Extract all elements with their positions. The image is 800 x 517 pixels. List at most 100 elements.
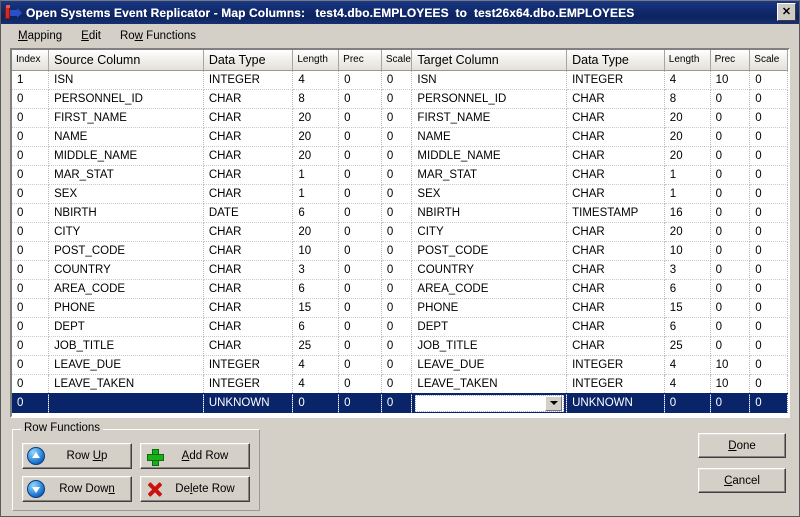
cell-target-prec[interactable]: 0 [710,298,751,318]
cell-target-column[interactable]: PERSONNEL_ID [411,89,568,109]
cell-source-type[interactable]: INTEGER [203,374,294,394]
cell-target-type[interactable]: CHAR [566,241,665,261]
cell-target-scale[interactable]: 0 [749,279,788,299]
table-row[interactable]: 0 NBIRTH DATE 6 0 0 NBIRTH TIMESTAMP 16 0 0 [12,203,788,223]
col-header-target-length[interactable]: Length [664,50,711,71]
cell-target-prec[interactable]: 0 [710,392,751,413]
cell-source-type[interactable]: CHAR [203,241,294,261]
table-row[interactable]: 0 JOB_TITLE CHAR 25 0 0 JOB_TITLE CHAR 25 0 0 [12,336,788,356]
cell-target-column[interactable]: ISN [411,70,568,90]
col-header-source-prec[interactable]: Prec [338,50,382,71]
cell-target-scale[interactable]: 0 [749,374,788,394]
cell-target-column[interactable]: LEAVE_TAKEN [411,374,568,394]
cell-target-prec[interactable]: 0 [710,165,751,185]
cell-source-prec[interactable]: 0 [338,260,382,280]
cell-target-prec[interactable]: 0 [710,203,751,223]
cell-target-type[interactable]: INTEGER [566,70,665,90]
table-row[interactable]: 0 DEPT CHAR 6 0 0 DEPT CHAR 6 0 0 [12,317,788,337]
cell-target-prec[interactable]: 0 [710,108,751,128]
cell-source-length[interactable]: 8 [292,89,340,109]
cell-source-scale[interactable]: 0 [381,89,413,109]
cell-source-scale[interactable]: 0 [381,70,413,90]
cell-source-prec[interactable]: 0 [338,298,382,318]
cell-index[interactable]: 0 [12,184,50,204]
cell-index[interactable]: 0 [12,336,50,356]
cell-source-prec[interactable]: 0 [338,184,382,204]
cell-source-type[interactable]: CHAR [203,317,294,337]
cell-target-length[interactable]: 4 [664,70,711,90]
cell-target-column[interactable]: CITY [411,222,568,242]
cell-source-type[interactable]: UNKNOWN [203,392,294,413]
cell-source-column[interactable]: PERSONNEL_ID [48,89,204,109]
cell-source-column[interactable]: FIRST_NAME [48,108,204,128]
cell-source-scale[interactable]: 0 [381,108,413,128]
cell-source-length[interactable]: 6 [292,203,340,223]
cell-index[interactable]: 0 [12,317,50,337]
cell-source-type[interactable]: CHAR [203,184,294,204]
cell-target-scale[interactable]: 0 [749,89,788,109]
cell-source-column[interactable]: LEAVE_DUE [48,355,204,375]
cell-source-length[interactable]: 25 [292,336,340,356]
cell-source-column[interactable]: LEAVE_TAKEN [48,374,204,394]
cell-source-column[interactable]: NAME [48,127,204,147]
cell-source-length[interactable]: 4 [292,70,340,90]
close-icon[interactable]: ✕ [777,3,796,21]
cell-target-type[interactable]: TIMESTAMP [566,203,665,223]
cell-source-type[interactable]: CHAR [203,336,294,356]
cell-source-type[interactable]: CHAR [203,222,294,242]
cell-target-prec[interactable]: 10 [710,70,751,90]
cell-target-type[interactable]: CHAR [566,165,665,185]
cell-target-type[interactable]: CHAR [566,146,665,166]
table-row[interactable]: 0 FIRST_NAME CHAR 20 0 0 FIRST_NAME CHAR 20 0 0 [12,108,788,128]
cell-source-length[interactable]: 1 [292,165,340,185]
cell-index[interactable]: 0 [12,298,50,318]
cell-target-type[interactable]: CHAR [566,336,665,356]
cell-target-column[interactable]: NAME [411,127,568,147]
cell-target-prec[interactable]: 0 [710,279,751,299]
cell-source-column[interactable] [48,392,204,413]
cell-source-length[interactable]: 20 [292,146,340,166]
cell-target-type[interactable]: CHAR [566,298,665,318]
table-row[interactable]: 1 ISN INTEGER 4 0 0 ISN INTEGER 4 10 0 [12,70,788,90]
cell-index[interactable]: 0 [12,165,50,185]
cell-source-scale[interactable]: 0 [381,374,413,394]
cell-target-scale[interactable]: 0 [749,203,788,223]
cell-target-type[interactable]: INTEGER [566,374,665,394]
cell-source-prec[interactable]: 0 [338,355,382,375]
cell-source-scale[interactable]: 0 [381,146,413,166]
cell-target-scale[interactable]: 0 [749,165,788,185]
cell-source-length[interactable]: 20 [292,108,340,128]
table-row[interactable]: 0 AREA_CODE CHAR 6 0 0 AREA_CODE CHAR 6 0 0 [12,279,788,299]
col-header-target-prec[interactable]: Prec [710,50,751,71]
cell-target-length[interactable]: 10 [664,241,711,261]
cell-source-column[interactable]: AREA_CODE [48,279,204,299]
cell-target-prec[interactable]: 0 [710,184,751,204]
delete-row-button[interactable]: Delete Row [140,476,250,502]
cell-source-scale[interactable]: 0 [381,184,413,204]
col-header-source-length[interactable]: Length [292,50,340,71]
cell-target-scale[interactable]: 0 [749,317,788,337]
cell-index[interactable]: 0 [12,355,50,375]
cell-index[interactable]: 0 [12,89,50,109]
cell-source-scale[interactable]: 0 [381,298,413,318]
cell-target-column[interactable]: AREA_CODE [411,279,568,299]
table-row[interactable]: 0 LEAVE_DUE INTEGER 4 0 0 LEAVE_DUE INTEGER 4 10 0 [12,355,788,375]
cell-source-prec[interactable]: 0 [338,127,382,147]
cell-source-length[interactable]: 0 [292,392,340,413]
table-row[interactable]: 0 PERSONNEL_ID CHAR 8 0 0 PERSONNEL_ID CHAR 8 0 0 [12,89,788,109]
cell-target-length[interactable]: 1 [664,165,711,185]
menu-item-row-functions[interactable]: Row Functions [111,27,206,45]
table-row[interactable]: 0 MIDDLE_NAME CHAR 20 0 0 MIDDLE_NAME CHAR 20 0 0 [12,146,788,166]
column-mapping-grid[interactable]: Index Source Column Data Type Length Pre… [10,48,790,418]
cell-index[interactable]: 0 [12,260,50,280]
cell-target-length[interactable]: 20 [664,146,711,166]
cell-target-length[interactable]: 6 [664,317,711,337]
cell-target-scale[interactable]: 0 [749,260,788,280]
cell-source-prec[interactable]: 0 [338,165,382,185]
cell-source-prec[interactable]: 0 [338,222,382,242]
cell-source-length[interactable]: 10 [292,241,340,261]
cell-source-column[interactable]: COUNTRY [48,260,204,280]
cell-target-type[interactable]: CHAR [566,279,665,299]
cell-source-prec[interactable]: 0 [338,279,382,299]
cell-target-prec[interactable]: 10 [710,374,751,394]
